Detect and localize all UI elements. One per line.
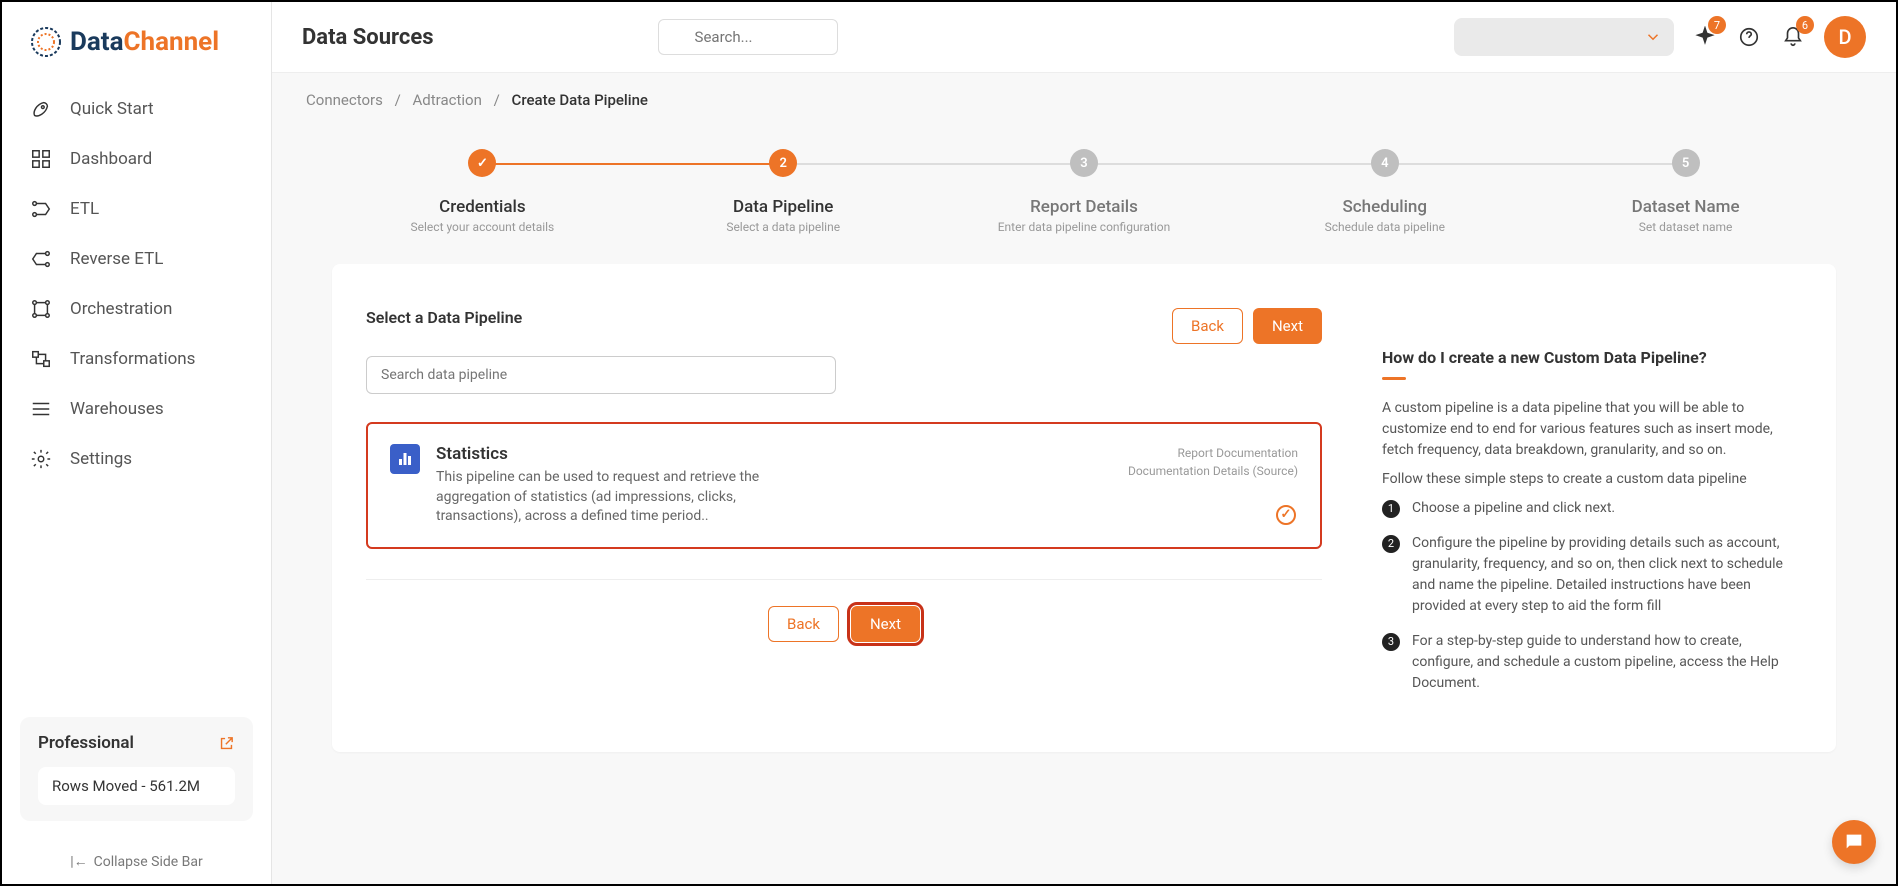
nav-orchestration[interactable]: Orchestration (2, 284, 271, 334)
help-underline (1382, 377, 1406, 380)
step-title: Report Details (1030, 197, 1138, 217)
nav-warehouses[interactable]: Warehouses (2, 384, 271, 434)
step-title: Dataset Name (1632, 197, 1740, 217)
user-avatar[interactable]: D (1824, 16, 1866, 58)
step-circle: 4 (1371, 149, 1399, 177)
topbar: Data Sources 7 (272, 2, 1896, 73)
step-sub: Set dataset name (1639, 220, 1733, 234)
nav-label: Orchestration (70, 299, 172, 319)
workspace-dropdown[interactable] (1454, 18, 1674, 56)
pipeline-desc: This pipeline can be used to request and… (436, 468, 816, 527)
step-title: Scheduling (1343, 197, 1428, 217)
gear-icon (30, 448, 52, 470)
collapse-icon: |← (70, 853, 87, 870)
step-sub: Schedule data pipeline (1325, 220, 1445, 234)
step-circle: 3 (1070, 149, 1098, 177)
help-paragraph-2: Follow these simple steps to create a cu… (1382, 469, 1802, 490)
sidebar-nav: Quick Start Dashboard ETL Reverse ETL Or… (2, 78, 271, 699)
nav-etl[interactable]: ETL (2, 184, 271, 234)
nav-label: Transformations (70, 349, 195, 369)
next-button-top[interactable]: Next (1253, 308, 1322, 344)
pipeline-title: Statistics (436, 444, 1112, 464)
back-button-top[interactable]: Back (1172, 308, 1243, 344)
pipeline-card-statistics[interactable]: Statistics This pipeline can be used to … (366, 422, 1322, 549)
nav-label: Dashboard (70, 149, 152, 169)
nav-label: Settings (70, 449, 132, 469)
selected-check-icon (1276, 505, 1296, 525)
global-search-input[interactable] (658, 19, 838, 55)
nav-dashboard[interactable]: Dashboard (2, 134, 271, 184)
chat-icon (1843, 831, 1865, 853)
crumb-current: Create Data Pipeline (512, 91, 648, 109)
chevron-down-icon (1644, 28, 1662, 46)
main-area: Data Sources 7 (272, 2, 1896, 884)
warehouses-icon (30, 398, 52, 420)
help-step-3: For a step-by-step guide to understand h… (1412, 631, 1802, 694)
main-card: Select a Data Pipeline Back Next Statist… (332, 264, 1836, 752)
back-button-bottom[interactable]: Back (768, 606, 839, 642)
step-data-pipeline[interactable]: 2 Data Pipeline Select a data pipeline (633, 149, 934, 234)
stepper: ✓ Credentials Select your account detail… (272, 109, 1896, 264)
nav-label: ETL (70, 199, 99, 219)
collapse-sidebar-button[interactable]: |← Collapse Side Bar (2, 839, 271, 884)
divider (366, 579, 1322, 580)
bell-icon-button[interactable]: 6 (1780, 24, 1806, 50)
rocket-icon (30, 98, 52, 120)
etl-icon (30, 198, 52, 220)
step-circle: 2 (769, 149, 797, 177)
next-button-bottom[interactable]: Next (851, 606, 920, 642)
step-scheduling[interactable]: 4 Scheduling Schedule data pipeline (1234, 149, 1535, 234)
chat-fab[interactable] (1832, 820, 1876, 864)
breadcrumb: Connectors / Adtraction / Create Data Pi… (272, 73, 1896, 109)
page-title: Data Sources (302, 25, 434, 50)
step-circle: ✓ (468, 149, 496, 177)
logo-icon (30, 26, 62, 58)
section-title: Select a Data Pipeline (366, 308, 522, 327)
plan-box: Professional Rows Moved - 561.2M (20, 717, 253, 821)
step-credentials[interactable]: ✓ Credentials Select your account detail… (332, 149, 633, 234)
step-dataset-name[interactable]: 5 Dataset Name Set dataset name (1535, 149, 1836, 234)
step-circle: 5 (1672, 149, 1700, 177)
external-link-icon[interactable] (218, 735, 235, 752)
help-steps-list: 1Choose a pipeline and click next. 2Conf… (1382, 498, 1802, 694)
report-documentation-link[interactable]: Report Documentation (1128, 444, 1298, 462)
nav-transformations[interactable]: Transformations (2, 334, 271, 384)
crumb-adtraction[interactable]: Adtraction (413, 91, 482, 109)
reverse-etl-icon (30, 248, 52, 270)
nav-reverse-etl[interactable]: Reverse ETL (2, 234, 271, 284)
spark-badge: 7 (1708, 16, 1726, 34)
nav-quick-start[interactable]: Quick Start (2, 84, 271, 134)
nav-label: Quick Start (70, 99, 154, 119)
brand-logo[interactable]: DataChannel (2, 2, 271, 78)
collapse-label: Collapse Side Bar (94, 854, 203, 870)
transformations-icon (30, 348, 52, 370)
pipeline-search-input[interactable] (366, 356, 836, 394)
sidebar: DataChannel Quick Start Dashboard ETL Re… (2, 2, 272, 884)
nav-label: Reverse ETL (70, 249, 163, 269)
help-icon-button[interactable] (1736, 24, 1762, 50)
nav-settings[interactable]: Settings (2, 434, 271, 484)
step-title: Data Pipeline (733, 197, 833, 217)
help-heading: How do I create a new Custom Data Pipeli… (1382, 348, 1802, 367)
step-sub: Enter data pipeline configuration (998, 220, 1171, 234)
nav-label: Warehouses (70, 399, 164, 419)
pipeline-icon (390, 444, 420, 474)
step-report-details[interactable]: 3 Report Details Enter data pipeline con… (934, 149, 1235, 234)
step-sub: Select your account details (411, 220, 555, 234)
dashboard-icon (30, 148, 52, 170)
rows-moved: Rows Moved - 561.2M (38, 767, 235, 805)
documentation-details-link[interactable]: Documentation Details (Source) (1128, 462, 1298, 480)
help-step-1: Choose a pipeline and click next. (1412, 498, 1615, 519)
help-paragraph-1: A custom pipeline is a data pipeline tha… (1382, 398, 1802, 461)
bell-badge: 6 (1796, 16, 1814, 34)
step-sub: Select a data pipeline (726, 220, 840, 234)
plan-name: Professional (38, 733, 134, 753)
help-icon (1738, 26, 1760, 48)
crumb-connectors[interactable]: Connectors (306, 91, 383, 109)
help-step-2: Configure the pipeline by providing deta… (1412, 533, 1802, 617)
spark-icon-button[interactable]: 7 (1692, 24, 1718, 50)
orchestration-icon (30, 298, 52, 320)
step-title: Credentials (439, 197, 525, 217)
